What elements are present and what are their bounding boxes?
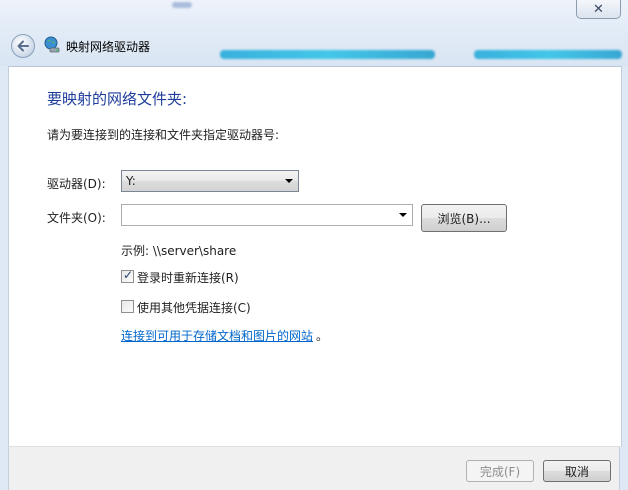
reconnect-checkbox[interactable]: ✓: [121, 268, 134, 283]
example-text: 示例: \\server\share: [121, 244, 237, 258]
window-title: 映射网络驱动器: [66, 40, 151, 54]
folder-input[interactable]: [121, 204, 413, 226]
credentials-checkbox[interactable]: [121, 300, 134, 313]
checkmark-icon: ✓: [123, 268, 134, 282]
website-link[interactable]: 连接到可用于存储文档和图片的网站: [121, 327, 313, 344]
reconnect-label[interactable]: 登录时重新连接(R): [137, 269, 239, 286]
instruction-text: 请为要连接到的连接和文件夹指定驱动器号:: [47, 128, 280, 142]
dialog-footer: 完成(F) 取消: [8, 446, 620, 490]
network-drive-icon: [44, 36, 60, 53]
page-heading: 要映射的网络文件夹:: [47, 90, 188, 108]
drive-label: 驱动器(D):: [47, 177, 106, 191]
blurred-background-bar: [474, 50, 622, 59]
folder-label: 文件夹(O):: [47, 211, 106, 225]
credentials-label[interactable]: 使用其他凭据连接(C): [137, 299, 251, 316]
dialog-content: 要映射的网络文件夹: 请为要连接到的连接和文件夹指定驱动器号: 驱动器(D): …: [8, 66, 622, 447]
close-icon: ✕: [593, 1, 604, 17]
chevron-down-icon: [285, 179, 293, 183]
back-button[interactable]: [11, 34, 35, 58]
drive-value: Y:: [126, 174, 136, 188]
cancel-button[interactable]: 取消: [543, 460, 611, 482]
finish-button[interactable]: 完成(F): [466, 460, 534, 482]
link-suffix: 。: [316, 329, 329, 343]
chevron-down-icon[interactable]: [399, 213, 407, 217]
back-arrow-icon: [17, 40, 29, 52]
drive-select[interactable]: Y:: [121, 170, 299, 192]
blurred-background-bar: [220, 50, 435, 59]
window-chrome: ✕ 映射网络驱动器: [0, 0, 628, 66]
close-button[interactable]: ✕: [576, 0, 621, 19]
blurred-background-bar: [172, 2, 192, 8]
browse-button[interactable]: 浏览(B)...: [421, 204, 507, 232]
